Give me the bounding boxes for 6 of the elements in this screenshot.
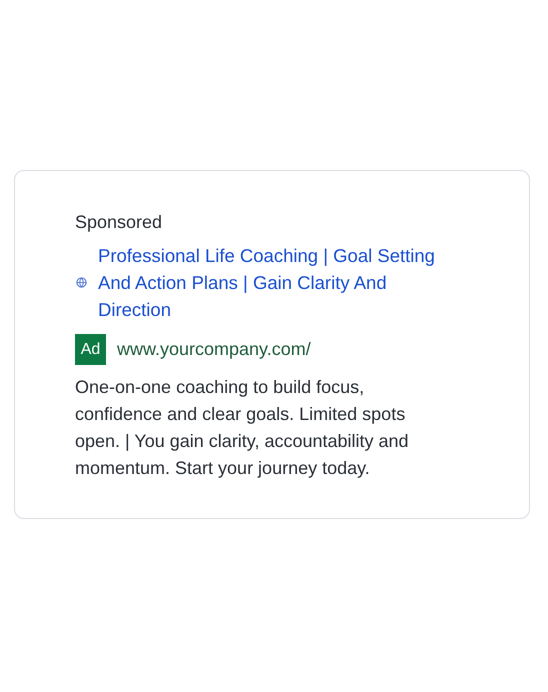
ad-description: One-on-one coaching to build focus, confidence and clear goals. Limited spots open. | You gain clarity, accountability and momentum. Start your journey today. bbox=[75, 376, 410, 480]
ad-title-link[interactable]: Professional Life Coaching | Goal Setting And Action Plans | Gain Clarity And Direction bbox=[98, 242, 464, 323]
sponsored-label: Sponsored bbox=[75, 211, 164, 234]
display-url[interactable]: www.yourcompany.com/ bbox=[117, 339, 311, 360]
globe-icon bbox=[76, 277, 87, 288]
ad-badge: Ad bbox=[75, 334, 106, 365]
